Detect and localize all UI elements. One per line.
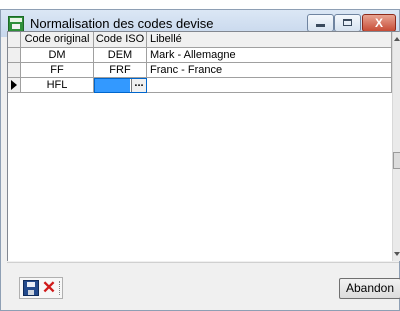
close-button[interactable]: X <box>362 14 396 32</box>
table-row[interactable]: DM DEM Mark - Allemagne <box>8 48 392 63</box>
abandon-button[interactable]: Abandon <box>339 278 400 299</box>
current-row-arrow-icon <box>11 80 17 90</box>
app-icon <box>8 16 24 32</box>
minimize-button[interactable] <box>307 14 334 32</box>
row-indicator[interactable] <box>8 48 21 63</box>
scroll-up-arrow-icon[interactable] <box>394 37 400 41</box>
cell-code-iso-editing[interactable]: ... <box>94 78 147 93</box>
cell-code-original[interactable]: DM <box>21 48 94 63</box>
record-toolbar: ✕ <box>19 277 63 299</box>
column-header-code-original[interactable]: Code original <box>21 32 94 48</box>
scroll-down-arrow-icon[interactable] <box>394 252 400 256</box>
save-icon[interactable] <box>23 280 39 296</box>
dialog-footer: ✕ Abandon <box>7 262 400 301</box>
toolbar-separator <box>59 281 62 295</box>
ellipsis-button[interactable]: ... <box>131 79 146 92</box>
column-header-code-iso[interactable]: Code ISO <box>94 32 147 48</box>
cell-selection-highlight <box>95 79 130 92</box>
column-header-libelle[interactable]: Libellé <box>147 32 392 48</box>
maximize-icon <box>343 19 352 26</box>
row-indicator[interactable] <box>8 63 21 78</box>
cell-libelle[interactable]: Mark - Allemagne <box>147 48 392 63</box>
close-icon: X <box>374 16 383 30</box>
table-row-current[interactable]: HFL ... <box>8 78 392 93</box>
row-indicator-current[interactable] <box>8 78 21 93</box>
cell-code-iso[interactable]: FRF <box>94 63 147 78</box>
cell-code-iso[interactable]: DEM <box>94 48 147 63</box>
cell-code-original[interactable]: FF <box>21 63 94 78</box>
minimize-icon <box>316 24 325 27</box>
window-title: Normalisation des codes devise <box>30 16 214 31</box>
cancel-icon[interactable]: ✕ <box>41 279 57 297</box>
cell-libelle[interactable]: Franc - France <box>147 63 392 78</box>
cell-libelle[interactable] <box>147 78 392 93</box>
maximize-button[interactable] <box>334 14 361 32</box>
table-row[interactable]: FF FRF Franc - France <box>8 63 392 78</box>
row-indicator-header <box>8 32 21 48</box>
currency-grid[interactable]: Code original Code ISO Libellé DM DEM Ma… <box>7 31 400 261</box>
vertical-scrollbar[interactable] <box>392 32 400 261</box>
scroll-thumb[interactable] <box>393 152 400 169</box>
cell-code-original[interactable]: HFL <box>21 78 94 93</box>
